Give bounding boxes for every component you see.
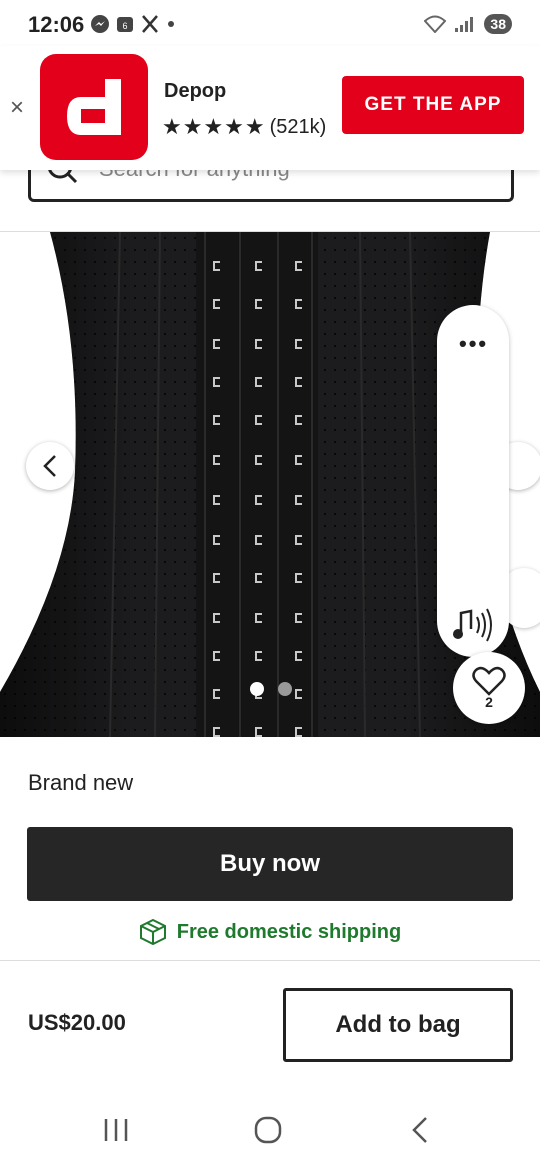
calendar-icon: 6 <box>116 15 134 33</box>
like-count: 2 <box>485 694 493 710</box>
home-icon[interactable] <box>238 1112 298 1148</box>
battery-level: 38 <box>484 14 512 34</box>
item-condition: Brand new <box>28 770 134 795</box>
close-banner-button[interactable]: × <box>10 94 24 122</box>
side-action-panel: ••• <box>437 305 509 657</box>
status-time: 12:06 <box>28 12 85 37</box>
x-icon <box>140 14 160 34</box>
buy-now-button[interactable]: Buy now <box>27 827 513 901</box>
rating-count: (521k) <box>269 115 327 138</box>
wifi-icon <box>424 15 447 33</box>
svg-text:6: 6 <box>122 21 127 31</box>
messenger-icon <box>90 14 110 34</box>
divider <box>0 960 540 961</box>
recents-icon[interactable] <box>86 1112 146 1148</box>
back-icon[interactable] <box>390 1112 450 1148</box>
pagination-dot[interactable] <box>278 682 292 696</box>
sound-icon[interactable] <box>451 605 495 650</box>
chevron-left-icon <box>43 455 56 477</box>
gallery-pagination <box>250 682 292 696</box>
previous-image-button[interactable] <box>26 442 74 490</box>
status-notification-icons: 6 <box>90 14 176 34</box>
status-system-icons: 38 <box>424 14 512 34</box>
star-icons: ★★★★★ <box>162 114 266 139</box>
app-rating: ★★★★★ (521k) <box>162 114 326 140</box>
app-install-banner: × Depop ★★★★★ (521k) GET THE APP <box>0 46 540 170</box>
add-to-bag-button[interactable]: Add to bag <box>283 988 513 1062</box>
heart-icon <box>472 666 506 696</box>
get-the-app-button[interactable]: GET THE APP <box>342 76 524 134</box>
package-icon <box>139 918 166 946</box>
dot-icon <box>166 19 176 29</box>
pagination-dot-active[interactable] <box>250 682 264 696</box>
status-bar: 12:06 6 38 <box>0 0 540 46</box>
app-name: Depop <box>164 80 227 102</box>
more-options-button[interactable]: ••• <box>459 331 488 357</box>
signal-icon <box>454 15 476 33</box>
like-button[interactable]: 2 <box>453 652 525 724</box>
price: US$20.00 <box>28 1010 126 1035</box>
system-nav-bar <box>0 1098 540 1170</box>
shipping-info: Free domestic shipping <box>0 918 540 946</box>
shipping-label: Free domestic shipping <box>176 920 402 943</box>
depop-logo <box>40 54 148 160</box>
